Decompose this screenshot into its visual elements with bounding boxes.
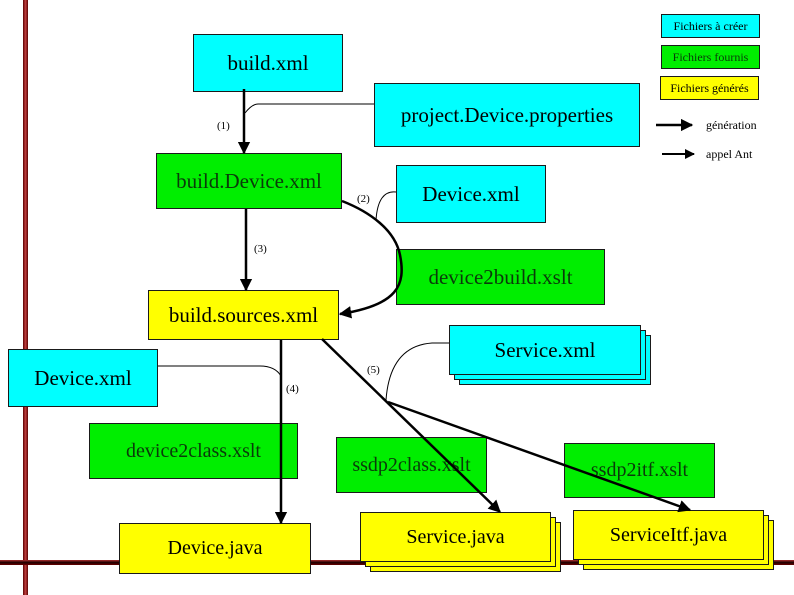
node-service-java: Service.java: [360, 512, 562, 574]
node-device-xml-top-label: Device.xml: [422, 181, 520, 206]
node-device-java: Device.java: [119, 523, 311, 574]
node-service-xml-label: Service.xml: [494, 337, 596, 362]
node-service-java-front: Service.java: [360, 512, 551, 562]
node-serviceitf-java: ServiceItf.java: [573, 510, 775, 572]
step-label-5: (5): [367, 364, 380, 376]
node-ssdp2itf-xslt: ssdp2itf.xslt: [564, 443, 715, 498]
node-build-sources-xml: build.sources.xml: [148, 290, 339, 340]
node-ssdp2class-xslt: ssdp2class.xslt: [336, 437, 487, 493]
node-project-properties: project.Device.properties: [374, 83, 640, 147]
frame-vertical-line: [23, 0, 28, 595]
legend-to-create: Fichiers à créer: [661, 14, 760, 38]
node-device-xml-left-label: Device.xml: [34, 365, 132, 390]
node-serviceitf-java-label: ServiceItf.java: [609, 523, 728, 546]
legend-provided-label: Fichiers fournis: [672, 49, 749, 64]
node-device2build-xslt-label: device2build.xslt: [428, 264, 573, 289]
node-device2class-xslt: device2class.xslt: [89, 423, 298, 479]
node-device-java-label: Device.java: [167, 537, 263, 559]
legend-ant-call-label: appel Ant: [706, 147, 753, 161]
legend-provided: Fichiers fournis: [661, 45, 760, 69]
node-service-java-label: Service.java: [406, 525, 505, 548]
node-device2build-xslt: device2build.xslt: [396, 249, 605, 305]
node-ssdp2itf-xslt-label: ssdp2itf.xslt: [590, 459, 689, 481]
legend-generation-label: génération: [706, 118, 757, 132]
step-label-2: (2): [357, 193, 370, 205]
node-device-xml-left: Device.xml: [8, 349, 158, 407]
node-device-xml-top: Device.xml: [396, 165, 546, 223]
node-build-xml-label: build.xml: [227, 50, 309, 75]
node-service-xml-front: Service.xml: [449, 325, 641, 375]
step-label-3: (3): [254, 243, 267, 255]
step-label-1: (1): [217, 120, 230, 132]
node-build-device-xml: build.Device.xml: [156, 153, 342, 209]
node-project-properties-label: project.Device.properties: [400, 102, 614, 127]
legend-generated: Fichiers générés: [660, 76, 759, 100]
node-serviceitf-java-front: ServiceItf.java: [573, 510, 764, 560]
node-device2class-xslt-label: device2class.xslt: [126, 439, 261, 462]
node-build-sources-xml-label: build.sources.xml: [168, 302, 319, 327]
legend-generated-label: Fichiers générés: [670, 80, 749, 95]
node-ssdp2class-xslt-label: ssdp2class.xslt: [352, 453, 471, 476]
step-label-4: (4): [286, 383, 299, 395]
node-build-xml: build.xml: [193, 34, 343, 92]
legend-to-create-label: Fichiers à créer: [673, 18, 748, 33]
node-service-xml: Service.xml: [449, 325, 651, 387]
node-build-device-xml-label: build.Device.xml: [176, 168, 322, 193]
